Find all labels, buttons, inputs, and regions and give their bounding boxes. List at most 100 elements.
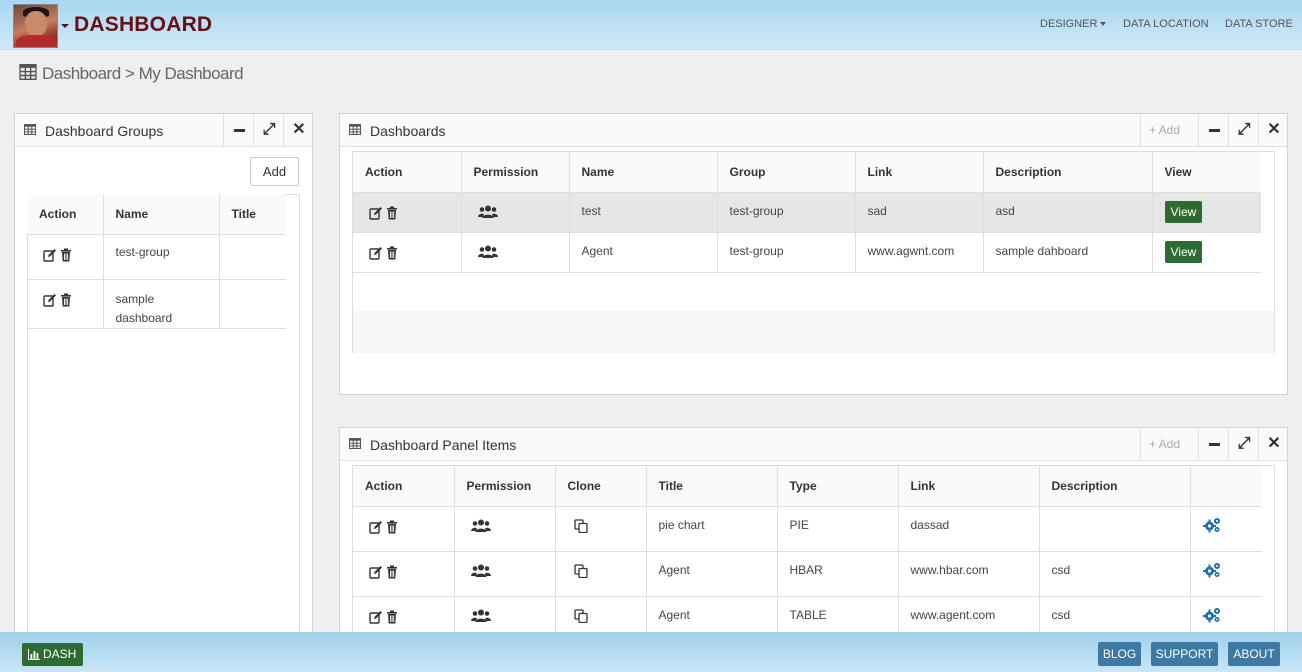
expand-button[interactable]: ⤢ <box>1228 114 1258 147</box>
item-description <box>1039 506 1191 552</box>
table-row: test-group <box>27 234 286 280</box>
avatar-caret-down-icon[interactable] <box>61 24 69 28</box>
edit-icon[interactable] <box>43 293 57 307</box>
users-icon[interactable] <box>471 519 491 533</box>
nav-data-store[interactable]: DATA STORE <box>1225 18 1293 30</box>
minimize-button[interactable] <box>223 114 253 147</box>
table-icon <box>24 124 36 135</box>
view-button[interactable]: View <box>1164 240 1203 263</box>
breadcrumb-root[interactable]: Dashboard <box>42 64 121 83</box>
trash-icon[interactable] <box>386 520 398 534</box>
panel-title: Dashboard Groups <box>45 123 164 139</box>
minimize-button[interactable] <box>1198 428 1228 461</box>
col-name[interactable]: Name <box>103 194 220 235</box>
col-title[interactable]: Title <box>646 466 778 507</box>
blog-button[interactable]: BLOG <box>1098 642 1141 666</box>
bottom-bar: DASH BLOG SUPPORT ABOUT <box>0 632 1302 672</box>
settings-gears-icon[interactable] <box>1203 562 1221 578</box>
support-button[interactable]: SUPPORT <box>1151 642 1218 666</box>
bar-chart-icon <box>28 649 40 660</box>
close-icon: ✕ <box>292 121 306 138</box>
table-row[interactable]: Agent test-group www.agwnt.com sample da… <box>353 232 1261 273</box>
trash-icon[interactable] <box>386 206 398 220</box>
table-footer-strip <box>353 311 1274 353</box>
item-title: pie chart <box>646 506 778 552</box>
item-description: csd <box>1039 551 1191 597</box>
clone-icon[interactable] <box>574 519 588 533</box>
dashboard-groups-panel: Dashboard Groups ⤢ ✕ <box>14 113 313 646</box>
col-group[interactable]: Group <box>717 152 856 193</box>
item-type: HBAR <box>777 551 899 597</box>
col-description[interactable]: Description <box>1039 466 1191 507</box>
edit-icon[interactable] <box>369 206 383 220</box>
col-name[interactable]: Name <box>569 152 718 193</box>
dashboard-link: sad <box>855 192 984 233</box>
trash-icon[interactable] <box>60 248 72 262</box>
group-name: sample dashboard <box>103 279 220 329</box>
minimize-button[interactable] <box>1198 114 1228 147</box>
nav-data-location[interactable]: DATA LOCATION <box>1123 18 1209 30</box>
top-navbar: DASHBOARD DESIGNER DATA LOCATION DATA ST… <box>0 0 1302 50</box>
add-group-button[interactable]: Add <box>250 157 299 186</box>
col-type[interactable]: Type <box>777 466 899 507</box>
expand-icon: ⤢ <box>262 121 276 138</box>
table-icon <box>349 438 361 449</box>
add-dashboard-button[interactable]: + Add <box>1140 114 1188 147</box>
item-title: Agent <box>646 551 778 597</box>
users-icon[interactable] <box>478 205 498 219</box>
table-row: sample dashboard <box>27 279 286 329</box>
col-permission[interactable]: Permission <box>461 152 570 193</box>
expand-button[interactable]: ⤢ <box>1228 428 1258 461</box>
col-action[interactable]: Action <box>353 152 462 193</box>
col-link[interactable]: Link <box>855 152 984 193</box>
close-button[interactable]: ✕ <box>283 114 313 147</box>
settings-gears-icon[interactable] <box>1203 607 1221 623</box>
col-action[interactable]: Action <box>27 194 104 235</box>
edit-icon[interactable] <box>369 520 383 534</box>
users-icon[interactable] <box>471 564 491 578</box>
table-row[interactable]: test test-group sad asd View <box>353 192 1261 233</box>
breadcrumb-separator: > <box>124 64 135 83</box>
item-type: PIE <box>777 506 899 552</box>
view-button[interactable]: View <box>1164 200 1203 223</box>
trash-icon[interactable] <box>386 565 398 579</box>
table-row[interactable]: pie chart PIE dassad <box>353 506 1262 552</box>
item-link: dassad <box>898 506 1040 552</box>
trash-icon[interactable] <box>60 293 72 307</box>
item-link: www.hbar.com <box>898 551 1040 597</box>
add-panel-item-button[interactable]: + Add <box>1140 428 1188 461</box>
col-link[interactable]: Link <box>898 466 1040 507</box>
edit-icon[interactable] <box>369 565 383 579</box>
edit-icon[interactable] <box>369 246 383 260</box>
breadcrumb: Dashboard > My Dashboard <box>18 64 244 84</box>
col-permission[interactable]: Permission <box>454 466 556 507</box>
edit-icon[interactable] <box>43 248 57 262</box>
col-action[interactable]: Action <box>353 466 455 507</box>
about-button[interactable]: ABOUT <box>1228 642 1280 666</box>
table-row[interactable]: Agent HBAR www.hbar.com csd <box>353 551 1262 597</box>
settings-gears-icon[interactable] <box>1203 517 1221 533</box>
breadcrumb-current: My Dashboard <box>138 64 244 83</box>
nav-designer[interactable]: DESIGNER <box>1040 18 1107 30</box>
col-view[interactable]: View <box>1152 152 1261 193</box>
expand-button[interactable]: ⤢ <box>253 114 283 147</box>
user-avatar[interactable] <box>13 4 58 48</box>
col-title[interactable]: Title <box>219 194 286 235</box>
close-button[interactable]: ✕ <box>1258 428 1288 461</box>
col-description[interactable]: Description <box>983 152 1153 193</box>
brand-title[interactable]: DASHBOARD <box>74 13 212 37</box>
close-icon: ✕ <box>1267 435 1281 452</box>
dash-button[interactable]: DASH <box>22 643 83 666</box>
clone-icon[interactable] <box>574 564 588 578</box>
group-title <box>219 234 286 280</box>
close-button[interactable]: ✕ <box>1258 114 1288 147</box>
expand-icon: ⤢ <box>1237 121 1251 138</box>
trash-icon[interactable] <box>386 246 398 260</box>
clone-icon[interactable] <box>574 609 588 623</box>
users-icon[interactable] <box>471 609 491 623</box>
dashboard-link: www.agwnt.com <box>855 232 984 273</box>
trash-icon[interactable] <box>386 610 398 624</box>
edit-icon[interactable] <box>369 610 383 624</box>
col-clone[interactable]: Clone <box>555 466 647 507</box>
users-icon[interactable] <box>478 245 498 259</box>
